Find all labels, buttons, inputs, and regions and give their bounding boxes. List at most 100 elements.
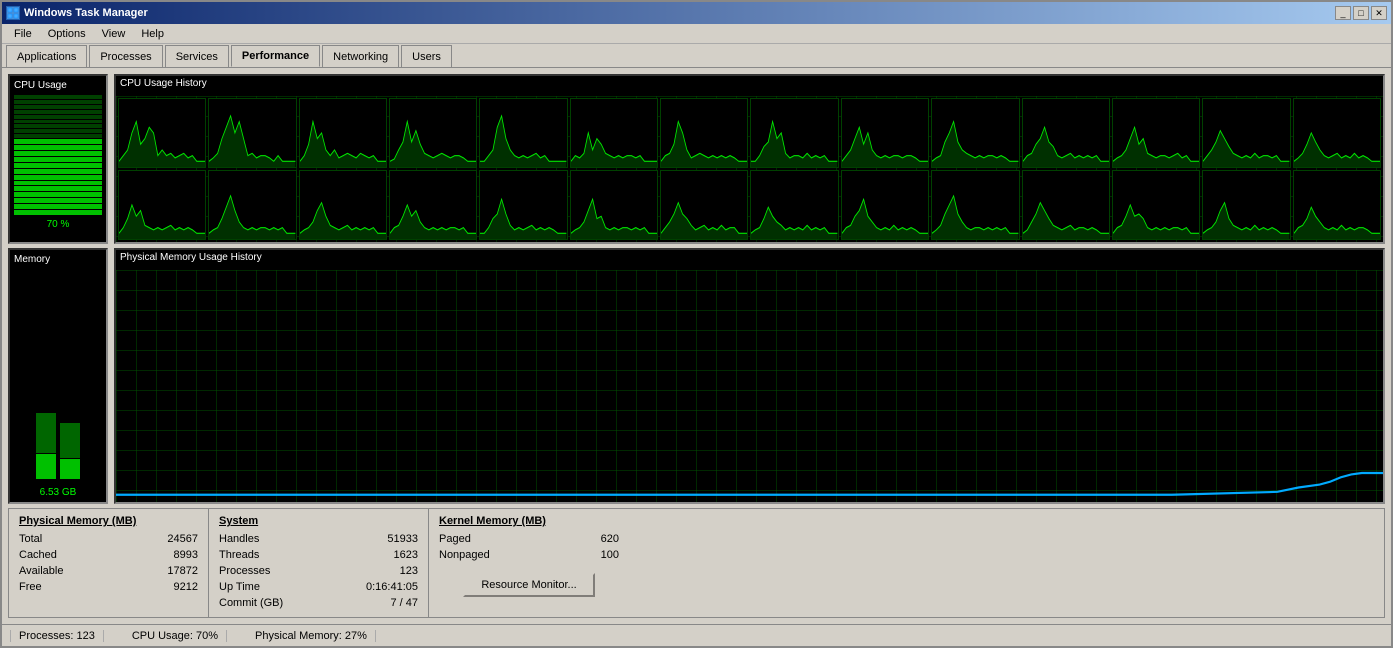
cpu-core-26: [1112, 170, 1200, 240]
app-icon: [6, 6, 20, 20]
stat-paged-label: Paged: [439, 531, 471, 547]
cpu-core-19: [479, 170, 567, 240]
stat-available: Available 17872: [19, 563, 198, 579]
stat-available-label: Available: [19, 563, 63, 579]
cpu-core-28: [1293, 170, 1381, 240]
cpu-core-21: [660, 170, 748, 240]
stat-handles-value: 51933: [387, 531, 418, 547]
cpu-core-7: [660, 98, 748, 168]
stat-uptime: Up Time 0:16:41:05: [219, 579, 418, 595]
cpu-core-13: [1202, 98, 1290, 168]
tab-networking[interactable]: Networking: [322, 45, 399, 67]
memory-history-label: Physical Memory Usage History: [116, 250, 1383, 265]
tab-processes[interactable]: Processes: [89, 45, 162, 67]
cpu-charts-row: CPU Usage: [8, 74, 1385, 244]
stat-free: Free 9212: [19, 579, 198, 595]
stat-paged-value: 620: [601, 531, 619, 547]
close-button[interactable]: ✕: [1371, 6, 1387, 20]
maximize-button[interactable]: □: [1353, 6, 1369, 20]
cpu-core-22: [750, 170, 838, 240]
cpu-core-17: [299, 170, 387, 240]
title-bar: Windows Task Manager _ □ ✕: [2, 2, 1391, 24]
cpu-history-chart: CPU Usage History: [114, 74, 1385, 244]
task-manager-window: Windows Task Manager _ □ ✕ File Options …: [0, 0, 1393, 648]
cpu-core-12: [1112, 98, 1200, 168]
system-header: System: [219, 515, 418, 527]
mem-col-2: [60, 273, 80, 479]
stat-processes: Processes 123: [219, 563, 418, 579]
memory-history-chart: Physical Memory Usage History: [114, 248, 1385, 504]
menu-options[interactable]: Options: [40, 26, 94, 42]
stat-cached: Cached 8993: [19, 547, 198, 563]
menu-bar: File Options View Help: [2, 24, 1391, 44]
cpu-core-4: [389, 98, 477, 168]
cpu-core-9: [841, 98, 929, 168]
stat-handles: Handles 51933: [219, 531, 418, 547]
stat-free-value: 9212: [174, 579, 198, 595]
menu-help[interactable]: Help: [133, 26, 172, 42]
cpu-core-5: [479, 98, 567, 168]
minimize-button[interactable]: _: [1335, 6, 1351, 20]
cpu-core-6: [570, 98, 658, 168]
tab-performance[interactable]: Performance: [231, 45, 320, 67]
cpu-core-11: [1022, 98, 1110, 168]
cpu-core-16: [208, 170, 296, 240]
stat-total-label: Total: [19, 531, 42, 547]
cpu-gauge: CPU Usage: [8, 74, 108, 244]
memory-charts-row: Memory 6.53 GB Physica: [8, 248, 1385, 504]
cpu-core-20: [570, 170, 658, 240]
resource-monitor-button[interactable]: Resource Monitor...: [463, 573, 594, 597]
mem-bar-container: [14, 269, 102, 483]
cpu-bar-container: [14, 95, 102, 215]
stat-free-label: Free: [19, 579, 42, 595]
tab-users[interactable]: Users: [401, 45, 452, 67]
cpu-gauge-label: CPU Usage: [14, 80, 102, 91]
stat-threads-label: Threads: [219, 547, 259, 563]
stat-nonpaged-value: 100: [601, 547, 619, 563]
stat-uptime-value: 0:16:41:05: [366, 579, 418, 595]
stat-total: Total 24567: [19, 531, 198, 547]
cpu-core-25: [1022, 170, 1110, 240]
status-cpu-usage: CPU Usage: 70%: [124, 630, 227, 642]
cpu-core-24: [931, 170, 1019, 240]
status-physical-memory: Physical Memory: 27%: [247, 630, 376, 642]
stat-processes-value: 123: [400, 563, 418, 579]
window-title: Windows Task Manager: [24, 7, 148, 19]
cpu-core-3: [299, 98, 387, 168]
stat-commit-label: Commit (GB): [219, 595, 283, 611]
stat-cached-value: 8993: [174, 547, 198, 563]
cpu-core-23: [841, 170, 929, 240]
mem-col-1: [36, 273, 56, 479]
cpu-core-18: [389, 170, 477, 240]
cpu-core-2: [208, 98, 296, 168]
stat-available-value: 17872: [167, 563, 198, 579]
stat-processes-label: Processes: [219, 563, 270, 579]
menu-view[interactable]: View: [94, 26, 134, 42]
stat-total-value: 24567: [167, 531, 198, 547]
stat-cached-label: Cached: [19, 547, 57, 563]
stats-area: Physical Memory (MB) Total 24567 Cached …: [8, 508, 1385, 618]
tab-applications[interactable]: Applications: [6, 45, 87, 67]
menu-file[interactable]: File: [6, 26, 40, 42]
stat-threads: Threads 1623: [219, 547, 418, 563]
kernel-memory-header: Kernel Memory (MB): [439, 515, 619, 527]
cpu-core-27: [1202, 170, 1290, 240]
system-section: System Handles 51933 Threads 1623 Proces…: [209, 509, 429, 617]
tab-bar: Applications Processes Services Performa…: [2, 44, 1391, 68]
stat-nonpaged: Nonpaged 100: [439, 547, 619, 563]
status-bar: Processes: 123 CPU Usage: 70% Physical M…: [2, 624, 1391, 646]
cpu-gauge-value: 70 %: [14, 219, 102, 230]
stat-nonpaged-label: Nonpaged: [439, 547, 490, 563]
cpu-core-15: [118, 170, 206, 240]
tab-services[interactable]: Services: [165, 45, 229, 67]
physical-memory-section: Physical Memory (MB) Total 24567 Cached …: [9, 509, 209, 617]
stat-handles-label: Handles: [219, 531, 259, 547]
title-bar-left: Windows Task Manager: [6, 6, 148, 20]
main-content: CPU Usage: [2, 68, 1391, 624]
cpu-core-1: [118, 98, 206, 168]
title-bar-buttons: _ □ ✕: [1335, 6, 1387, 20]
cpu-cores-grid: [116, 96, 1383, 242]
cpu-core-8: [750, 98, 838, 168]
physical-memory-header: Physical Memory (MB): [19, 515, 198, 527]
stat-commit-value: 7 / 47: [390, 595, 418, 611]
